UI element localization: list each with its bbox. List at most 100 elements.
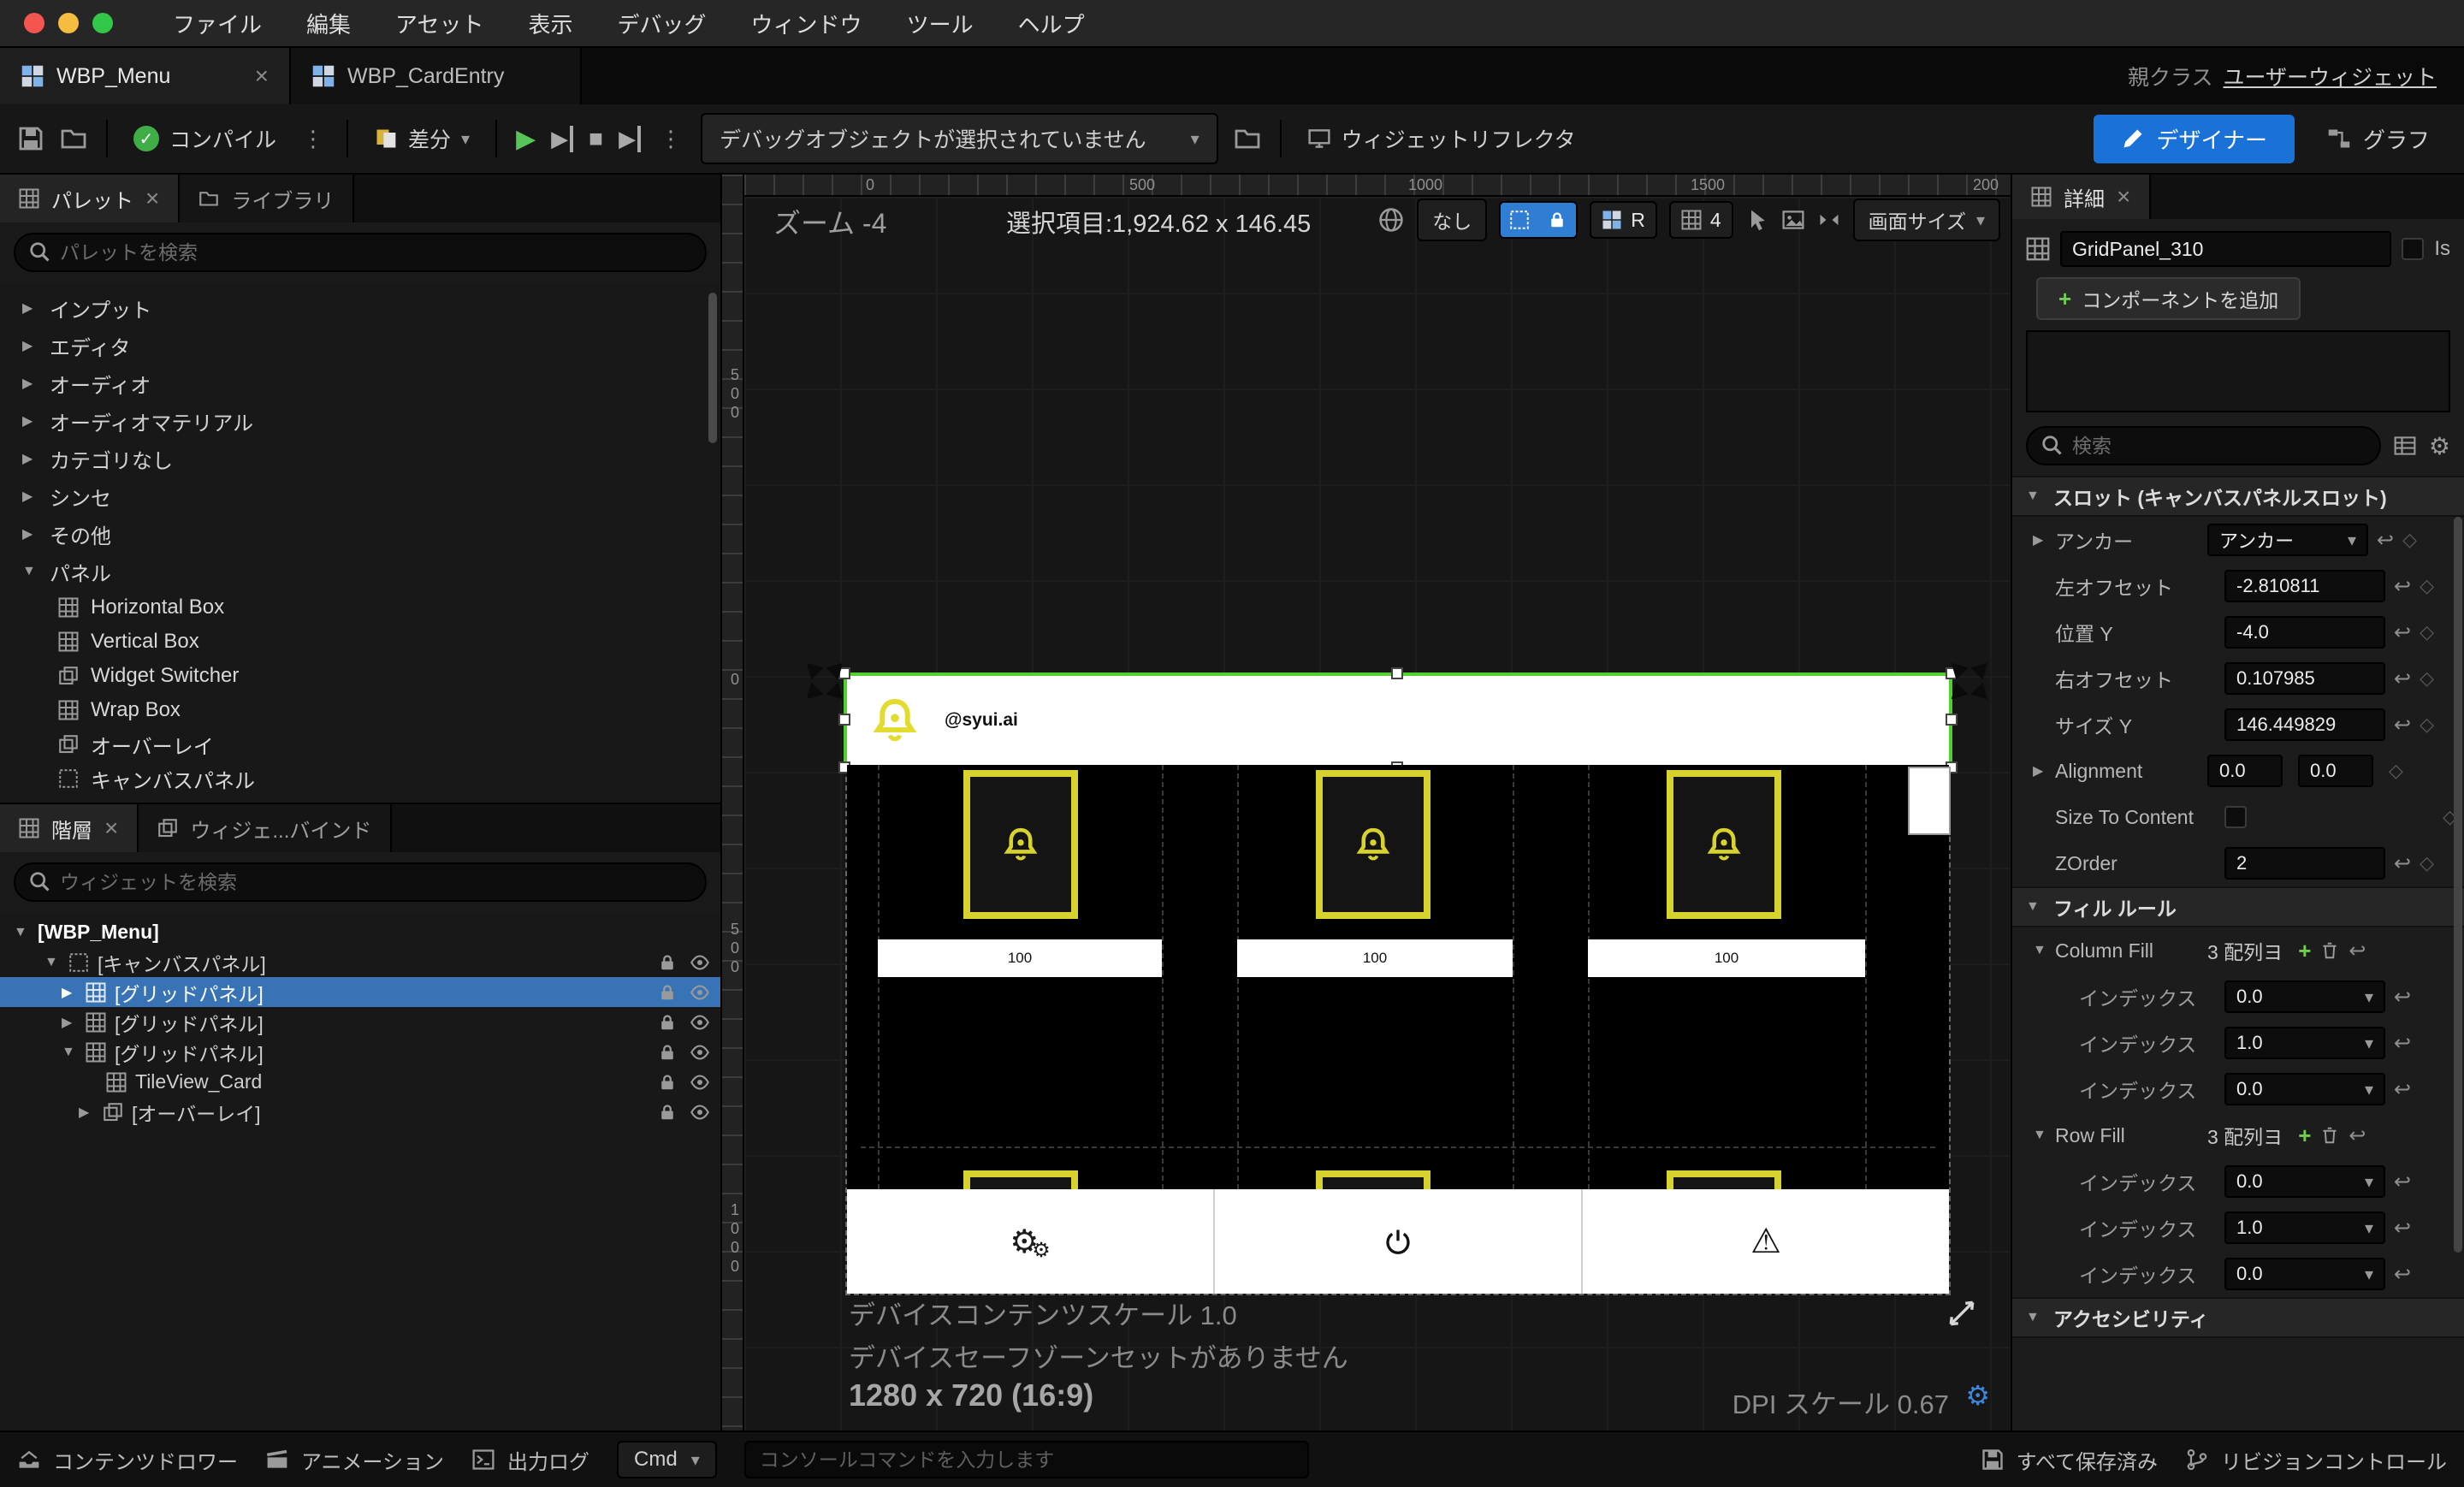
expand-icon[interactable]: ▶: [22, 488, 38, 505]
palette-item-canvas-panel[interactable]: キャンバスパネル: [0, 761, 720, 796]
expand-icon[interactable]: ▶: [22, 375, 38, 392]
lock-icon[interactable]: [657, 982, 678, 1003]
tree-row-root[interactable]: ▼ [WBP_Menu]: [0, 917, 720, 947]
avatar[interactable]: [861, 686, 929, 755]
preview-card-grid[interactable]: 100 100 100: [847, 765, 1949, 1189]
menu-tools[interactable]: ツール: [885, 8, 996, 39]
column-fill-value-dropdown[interactable]: 0.0 ▾: [2224, 980, 2385, 1013]
tab-details[interactable]: 詳細 ×: [2012, 175, 2152, 219]
card-widget[interactable]: [1316, 770, 1430, 919]
tab-library[interactable]: ライブラリ: [180, 175, 355, 222]
compile-options-icon[interactable]: ⋮: [299, 126, 328, 152]
display-filter-icon[interactable]: [2393, 434, 2417, 458]
marquee-select-toggle[interactable]: [1501, 203, 1539, 237]
menu-window[interactable]: ウィンドウ: [729, 8, 885, 39]
cursor-tool-icon[interactable]: [1745, 208, 1769, 232]
section-slot[interactable]: ▼ スロット (キャンバスパネルスロット): [2012, 476, 2464, 517]
designer-viewport[interactable]: 0 500 1000 1500 200 500 0 500 1000 ズーム -…: [722, 175, 2011, 1431]
menu-help[interactable]: ヘルプ: [996, 8, 1107, 39]
column-fill-value-dropdown[interactable]: 0.0 ▾: [2224, 1073, 2385, 1105]
tree-row-grid-panel-selected[interactable]: ▶ [グリッドパネル]: [0, 977, 720, 1007]
object-name-input[interactable]: [2060, 231, 2392, 267]
bind-diamond-icon[interactable]: ◇: [2420, 714, 2434, 736]
preview-background-icon[interactable]: [1781, 208, 1805, 232]
eye-icon[interactable]: [690, 1072, 710, 1093]
designer-mode-button[interactable]: デザイナー: [2093, 114, 2295, 163]
alignment-y-input[interactable]: 0.0: [2298, 755, 2373, 787]
row-fill-value-dropdown[interactable]: 0.0 ▾: [2224, 1165, 2385, 1198]
close-window-button[interactable]: [24, 13, 44, 33]
bind-diamond-icon[interactable]: ◇: [2420, 852, 2434, 874]
tab-widget-bind[interactable]: ウィジェ...バインド: [139, 804, 393, 852]
reset-icon[interactable]: ↩: [2394, 985, 2411, 1010]
collapse-icon[interactable]: ▼: [2033, 943, 2046, 958]
lock-icon[interactable]: [657, 1042, 678, 1063]
save-status-button[interactable]: すべて保存済み: [1981, 1445, 2158, 1475]
palette-item-vertical-box[interactable]: Vertical Box: [0, 625, 720, 659]
size-to-content-checkbox[interactable]: [2224, 806, 2247, 828]
hierarchy-search-input[interactable]: [14, 862, 707, 902]
collapse-icon[interactable]: ▼: [62, 1045, 77, 1060]
collapse-icon[interactable]: ▼: [44, 955, 60, 970]
settings-button[interactable]: ⚙ ⚙: [847, 1189, 1215, 1294]
menu-file[interactable]: ファイル: [151, 8, 284, 39]
palette-scrollbar[interactable]: [708, 293, 717, 443]
expand-icon[interactable]: ▶: [62, 984, 77, 1001]
menu-edit[interactable]: 編集: [284, 8, 373, 39]
revision-control-button[interactable]: リビジョンコントロール: [2185, 1445, 2447, 1475]
close-panel-icon[interactable]: ×: [145, 185, 159, 212]
lock-icon[interactable]: [657, 1012, 678, 1033]
reset-icon[interactable]: ↩: [2394, 666, 2411, 691]
lock-widgets-toggle[interactable]: [1538, 203, 1577, 237]
collapse-icon[interactable]: ▼: [22, 564, 38, 579]
output-log-button[interactable]: 出力ログ: [471, 1445, 589, 1475]
eye-icon[interactable]: [690, 952, 710, 973]
add-element-icon[interactable]: +: [2298, 938, 2311, 964]
settings-gear-icon[interactable]: ⚙: [2429, 432, 2450, 460]
tree-row-canvas-panel[interactable]: ▼ [キャンバスパネル]: [0, 947, 720, 977]
palette-category-audio[interactable]: ▶ オーディオ: [0, 364, 720, 402]
eye-icon[interactable]: [690, 1102, 710, 1123]
reset-icon[interactable]: ↩: [2394, 1170, 2411, 1194]
power-button[interactable]: [1215, 1189, 1583, 1294]
tab-wbp-menu[interactable]: WBP_Menu ×: [0, 48, 291, 104]
trash-icon[interactable]: [2319, 1125, 2340, 1146]
left-offset-input[interactable]: -2.810811: [2224, 570, 2385, 602]
save-icon[interactable]: [17, 125, 44, 152]
reset-icon[interactable]: ↩: [2394, 1077, 2411, 1102]
tree-row-grid-panel[interactable]: ▶ [グリッドパネル]: [0, 1007, 720, 1037]
palette-category-input[interactable]: ▶ インプット: [0, 289, 720, 327]
anchor-widget-right[interactable]: [1942, 654, 1997, 708]
palette-item-horizontal-box[interactable]: Horizontal Box: [0, 590, 720, 625]
tree-row-overlay[interactable]: ▶ [オーバーレイ]: [0, 1097, 720, 1127]
is-variable-checkbox[interactable]: [2402, 238, 2425, 260]
eye-icon[interactable]: [690, 1042, 710, 1063]
palette-search-input[interactable]: [14, 233, 707, 272]
expand-icon[interactable]: ▶: [22, 412, 38, 430]
minimize-window-button[interactable]: [58, 13, 79, 33]
tab-palette[interactable]: パレット ×: [0, 175, 181, 222]
find-debug-object-icon[interactable]: [1234, 125, 1261, 152]
column-fill-value-dropdown[interactable]: 1.0 ▾: [2224, 1027, 2385, 1059]
lock-icon[interactable]: [657, 952, 678, 973]
reset-icon[interactable]: ↩: [2377, 528, 2394, 553]
bind-diamond-icon[interactable]: ◇: [2420, 575, 2434, 597]
close-panel-icon[interactable]: ×: [104, 815, 118, 842]
culture-none-button[interactable]: なし: [1417, 198, 1488, 241]
graph-mode-button[interactable]: グラフ: [2310, 115, 2447, 163]
card-widget-partial[interactable]: [1667, 1170, 1781, 1189]
palette-category-audio-material[interactable]: ▶ オーディオマテリアル: [0, 402, 720, 440]
alignment-x-input[interactable]: 0.0: [2207, 755, 2283, 787]
close-tab-icon[interactable]: ×: [255, 62, 269, 90]
dpi-settings-gear-icon[interactable]: ⚙: [1965, 1379, 1990, 1412]
section-fill-rules[interactable]: ▼ フィル ルール: [2012, 886, 2464, 927]
bind-diamond-icon[interactable]: ◇: [2389, 760, 2403, 782]
row-fill-value-dropdown[interactable]: 0.0 ▾: [2224, 1258, 2385, 1290]
preview-profile-header[interactable]: @syui.ai: [838, 667, 1958, 773]
screen-size-dropdown[interactable]: 画面サイズ ▾: [1852, 198, 2000, 241]
close-panel-icon[interactable]: ×: [2117, 183, 2130, 210]
menu-asset[interactable]: アセット: [373, 8, 506, 39]
anchor-widget-left[interactable]: [797, 654, 852, 708]
reset-icon[interactable]: ↩: [2394, 713, 2411, 738]
animation-button[interactable]: アニメーション: [265, 1445, 444, 1475]
